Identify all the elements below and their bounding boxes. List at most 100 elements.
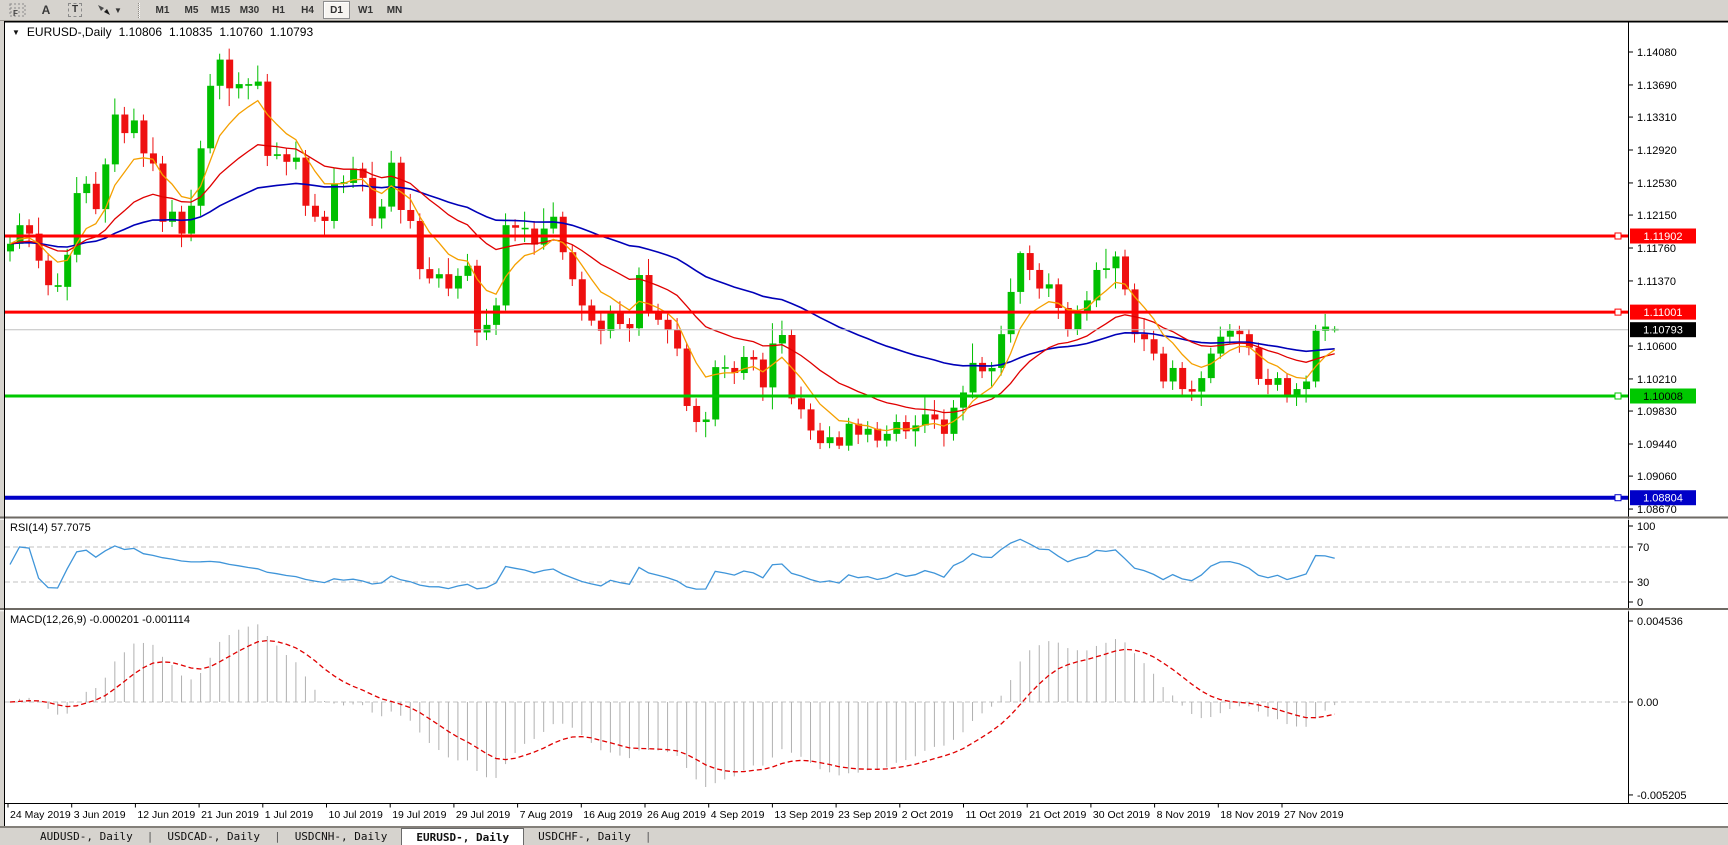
candle-body [26,225,33,233]
date-label: 23 Sep 2019 [838,809,898,821]
line-handle[interactable] [1615,393,1621,399]
candle-body [1055,284,1062,308]
candle-body [827,437,834,443]
symbol-tab-eurusd[interactable]: EURUSD-, Daily [401,828,524,845]
macd-tick-label: -0.005205 [1637,790,1687,802]
symbol-tab-usdchf[interactable]: USDCHF-, Daily [524,828,645,845]
candle-body [1027,253,1034,270]
candle-body [741,357,748,373]
symbol-tab-usdcnh[interactable]: USDCNH-, Daily [281,828,402,845]
price-tick-label: 1.09440 [1637,439,1677,451]
timeframe-button-m30[interactable]: M30 [236,1,263,19]
candle-body [1046,284,1053,288]
date-label: 8 Nov 2019 [1157,809,1211,821]
candle-body [512,225,519,228]
candle-body [646,275,653,311]
terminal-window: F A T ▼ M1M5M15M30H1H4D1W1MN 1.140801.13… [0,0,1728,845]
timeframe-button-h4[interactable]: H4 [294,1,321,19]
line-handle[interactable] [1615,309,1621,315]
line-handle[interactable] [1615,495,1621,501]
chevron-down-icon: ▼ [114,6,122,15]
candle-body [245,84,252,86]
candle-body [302,158,309,206]
price-level-badge[interactable]: 1.11001 [1630,305,1696,320]
candle-body [665,320,672,330]
candle-body [321,217,328,221]
ohlc-high: 1.10835 [169,25,212,39]
candle-body [979,363,986,371]
candle-body [45,261,52,285]
line-handle[interactable] [1615,233,1621,239]
candle-body [798,398,805,409]
fibonacci-icon[interactable]: F [5,2,29,19]
timeframe-button-m1[interactable]: M1 [149,1,176,19]
candle-body [1236,331,1243,334]
toolbar: F A T ▼ M1M5M15M30H1H4D1W1MN [0,0,1728,21]
price-chart-surface[interactable]: 1.140801.136901.133101.129201.125301.121… [0,0,1728,845]
candle-body [808,409,815,430]
tabbar-left-pad [0,828,26,845]
date-label: 26 Aug 2019 [647,809,706,821]
candle-body [217,60,224,86]
tab-separator: | [274,828,281,845]
candle-body [140,120,147,153]
price-level-badge[interactable]: 1.08804 [1630,490,1696,505]
candle-body [903,422,910,431]
candle-body [1189,389,1196,392]
candle-body [1017,253,1024,292]
candle-body [179,212,186,234]
date-label: 27 Nov 2019 [1284,809,1344,821]
price-tick-label: 1.12530 [1637,178,1677,190]
price-level-badge[interactable]: 1.11902 [1630,229,1696,244]
candle-body [1112,256,1119,268]
collapse-triangle-icon[interactable]: ▼ [12,28,20,37]
chart-background [4,21,1728,828]
date-label: 13 Sep 2019 [774,809,834,821]
svg-text:1.11902: 1.11902 [1644,231,1683,243]
symbol-tab-audusd[interactable]: AUDUSD-, Daily [26,828,147,845]
price-tick-label: 1.13310 [1637,112,1677,124]
candle-body [626,324,633,328]
tab-separator: | [147,828,154,845]
timeframe-button-w1[interactable]: W1 [352,1,379,19]
date-label: 16 Aug 2019 [583,809,642,821]
date-label: 2 Oct 2019 [902,809,954,821]
arrow-styles-icon[interactable]: ▼ [92,2,126,19]
timeframe-button-m15[interactable]: M15 [207,1,234,19]
label-icon[interactable]: A [34,2,58,19]
candle-body [989,368,996,371]
candle-body [1227,331,1234,337]
candle-body [788,335,795,398]
date-label: 29 Jul 2019 [456,809,510,821]
candle-body [1313,331,1320,382]
date-label: 30 Oct 2019 [1093,809,1150,821]
candle-body [1170,368,1177,382]
ohlc-open: 1.10806 [119,25,162,39]
timeframe-button-d1[interactable]: D1 [323,1,350,19]
symbol-tab-usdcad[interactable]: USDCAD-, Daily [153,828,274,845]
candle-body [693,406,700,422]
candle-body [207,86,214,149]
timeframe-button-m5[interactable]: M5 [178,1,205,19]
text-icon-glyph: T [68,3,82,17]
candle-body [617,313,624,324]
candle-body [493,305,500,324]
date-label: 7 Aug 2019 [520,809,573,821]
candle-body [865,429,872,435]
candle-body [93,184,100,209]
candle-body [255,82,262,86]
price-tick-label: 1.09060 [1637,471,1677,483]
price-tick-label: 1.11370 [1637,276,1676,288]
candle-body [970,363,977,393]
candle-body [426,269,433,278]
current-price-badge[interactable]: 1.10793 [1630,322,1696,337]
text-icon[interactable]: T [63,2,87,19]
symbol-tabbar: AUDUSD-, Daily|USDCAD-, Daily|USDCNH-, D… [0,827,1728,845]
timeframe-button-mn[interactable]: MN [381,1,408,19]
rsi-indicator-label: RSI(14) 57.7075 [10,522,91,534]
candle-body [874,429,881,441]
candle-body [1208,354,1215,378]
ohlc-close: 1.10793 [270,25,313,39]
timeframe-button-h1[interactable]: H1 [265,1,292,19]
price-level-badge[interactable]: 1.10008 [1630,389,1696,404]
